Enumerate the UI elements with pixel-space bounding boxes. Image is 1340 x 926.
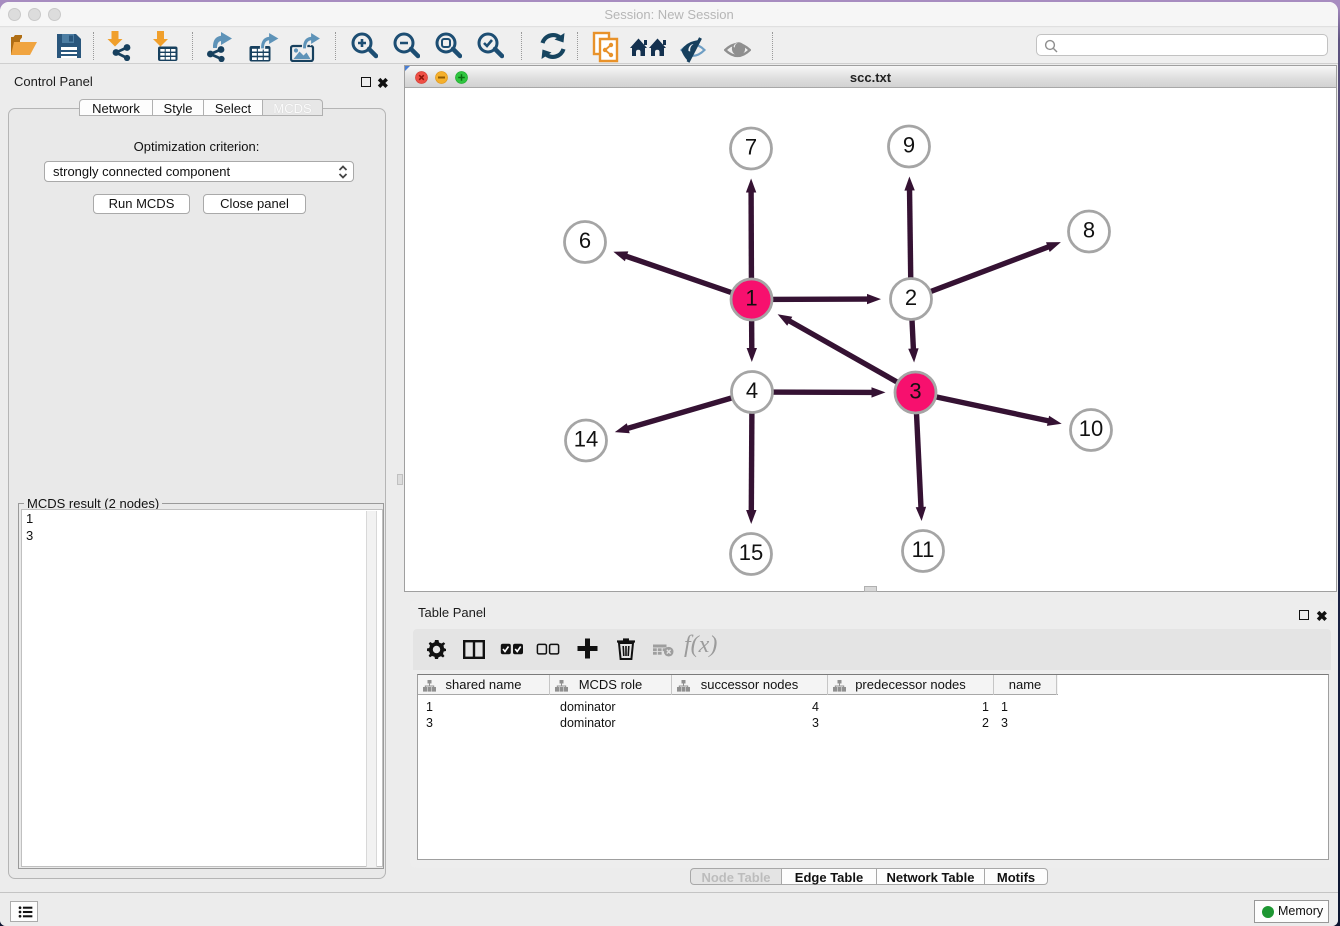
svg-text:3: 3 <box>909 379 921 404</box>
svg-text:15: 15 <box>739 540 763 565</box>
svg-text:2: 2 <box>905 285 917 310</box>
svg-text:7: 7 <box>745 135 757 160</box>
svg-text:8: 8 <box>1083 218 1095 243</box>
svg-text:14: 14 <box>574 427 598 452</box>
svg-text:1: 1 <box>745 286 757 311</box>
svg-text:10: 10 <box>1079 416 1103 441</box>
svg-text:11: 11 <box>912 537 935 562</box>
svg-text:4: 4 <box>746 378 758 403</box>
svg-text:6: 6 <box>579 228 591 253</box>
svg-text:9: 9 <box>903 133 915 158</box>
